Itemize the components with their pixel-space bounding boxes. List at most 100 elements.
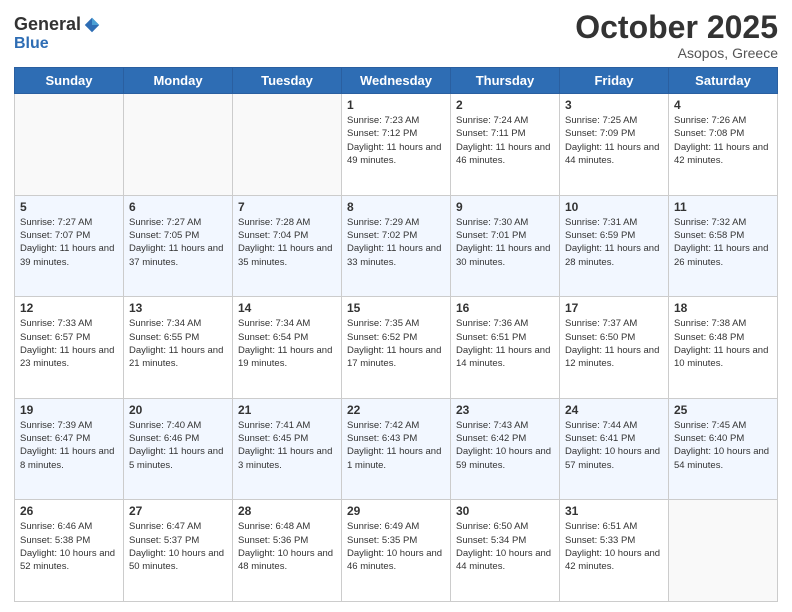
logo-blue-text: Blue <box>14 35 49 53</box>
calendar-cell: 31Sunrise: 6:51 AM Sunset: 5:33 PM Dayli… <box>560 500 669 602</box>
day-info: Sunrise: 7:44 AM Sunset: 6:41 PM Dayligh… <box>565 419 663 472</box>
day-number: 31 <box>565 504 663 518</box>
day-number: 15 <box>347 301 445 315</box>
weekday-header: Thursday <box>451 68 560 94</box>
calendar-cell: 15 Sunrise: 7:35 AM Sunset: 6:52 PM Dayli… <box>342 297 451 399</box>
day-number: 25 <box>674 403 772 417</box>
calendar-week-row: 1Sunrise: 7:23 AM Sunset: 7:12 PM Daylig… <box>15 94 778 196</box>
day-number: 2 <box>456 98 554 112</box>
weekday-header: Tuesday <box>233 68 342 94</box>
calendar-cell: 1Sunrise: 7:23 AM Sunset: 7:12 PM Daylig… <box>342 94 451 196</box>
calendar-cell: 11 Sunrise: 7:32 AM Sunset: 6:58 PM Dayli… <box>669 195 778 297</box>
day-number: 11 <box>674 200 772 214</box>
calendar-cell: 3Sunrise: 7:25 AM Sunset: 7:09 PM Daylig… <box>560 94 669 196</box>
day-info: Sunrise: 7:35 AM Sunset: 6:52 PM Dayligh… <box>347 317 445 370</box>
day-info: Sunrise: 6:46 AM Sunset: 5:38 PM Dayligh… <box>20 520 118 573</box>
calendar-cell: 19 Sunrise: 7:39 AM Sunset: 6:47 PM Dayli… <box>15 398 124 500</box>
day-info: Sunrise: 7:31 AM Sunset: 6:59 PM Dayligh… <box>565 216 663 269</box>
day-number: 8 <box>347 200 445 214</box>
day-info: Sunrise: 7:26 AM Sunset: 7:08 PM Dayligh… <box>674 114 772 167</box>
day-info: Sunrise: 6:50 AM Sunset: 5:34 PM Dayligh… <box>456 520 554 573</box>
calendar-cell: 29 Sunrise: 6:49 AM Sunset: 5:35 PM Dayli… <box>342 500 451 602</box>
logo-icon <box>83 16 101 34</box>
calendar-cell: 21Sunrise: 7:41 AM Sunset: 6:45 PM Dayli… <box>233 398 342 500</box>
calendar-cell <box>15 94 124 196</box>
calendar-cell: 16 Sunrise: 7:36 AM Sunset: 6:51 PM Dayli… <box>451 297 560 399</box>
calendar-week-row: 19 Sunrise: 7:39 AM Sunset: 6:47 PM Dayli… <box>15 398 778 500</box>
day-number: 17 <box>565 301 663 315</box>
calendar-cell: 2 Sunrise: 7:24 AM Sunset: 7:11 PM Daylig… <box>451 94 560 196</box>
weekday-header: Sunday <box>15 68 124 94</box>
day-info: Sunrise: 7:29 AM Sunset: 7:02 PM Dayligh… <box>347 216 445 269</box>
day-number: 16 <box>456 301 554 315</box>
day-info: Sunrise: 7:40 AM Sunset: 6:46 PM Dayligh… <box>129 419 227 472</box>
location: Asopos, Greece <box>575 45 778 61</box>
day-info: Sunrise: 7:38 AM Sunset: 6:48 PM Dayligh… <box>674 317 772 370</box>
calendar-table: SundayMondayTuesdayWednesdayThursdayFrid… <box>14 67 778 602</box>
calendar-cell: 13Sunrise: 7:34 AM Sunset: 6:55 PM Dayli… <box>124 297 233 399</box>
day-info: Sunrise: 7:30 AM Sunset: 7:01 PM Dayligh… <box>456 216 554 269</box>
day-number: 29 <box>347 504 445 518</box>
calendar-cell: 26 Sunrise: 6:46 AM Sunset: 5:38 PM Dayli… <box>15 500 124 602</box>
calendar-cell: 14Sunrise: 7:34 AM Sunset: 6:54 PM Dayli… <box>233 297 342 399</box>
logo-general: General <box>14 14 81 35</box>
day-number: 7 <box>238 200 336 214</box>
day-info: Sunrise: 7:33 AM Sunset: 6:57 PM Dayligh… <box>20 317 118 370</box>
day-number: 26 <box>20 504 118 518</box>
calendar-week-row: 5 Sunrise: 7:27 AM Sunset: 7:07 PM Daylig… <box>15 195 778 297</box>
weekday-header: Monday <box>124 68 233 94</box>
day-info: Sunrise: 7:37 AM Sunset: 6:50 PM Dayligh… <box>565 317 663 370</box>
day-number: 5 <box>20 200 118 214</box>
calendar-week-row: 26 Sunrise: 6:46 AM Sunset: 5:38 PM Dayli… <box>15 500 778 602</box>
day-number: 23 <box>456 403 554 417</box>
day-info: Sunrise: 7:34 AM Sunset: 6:55 PM Dayligh… <box>129 317 227 370</box>
calendar-cell: 10 Sunrise: 7:31 AM Sunset: 6:59 PM Dayli… <box>560 195 669 297</box>
calendar-cell: 7 Sunrise: 7:28 AM Sunset: 7:04 PM Daylig… <box>233 195 342 297</box>
calendar-cell: 28 Sunrise: 6:48 AM Sunset: 5:36 PM Dayli… <box>233 500 342 602</box>
day-info: Sunrise: 7:39 AM Sunset: 6:47 PM Dayligh… <box>20 419 118 472</box>
day-info: Sunrise: 7:36 AM Sunset: 6:51 PM Dayligh… <box>456 317 554 370</box>
day-number: 18 <box>674 301 772 315</box>
month-title: October 2025 <box>575 10 778 45</box>
calendar-cell: 17 Sunrise: 7:37 AM Sunset: 6:50 PM Dayli… <box>560 297 669 399</box>
day-number: 20 <box>129 403 227 417</box>
day-info: Sunrise: 7:25 AM Sunset: 7:09 PM Dayligh… <box>565 114 663 167</box>
logo-text: General <box>14 14 101 35</box>
calendar-cell: 23 Sunrise: 7:43 AM Sunset: 6:42 PM Dayli… <box>451 398 560 500</box>
day-number: 12 <box>20 301 118 315</box>
day-number: 21 <box>238 403 336 417</box>
calendar-week-row: 12 Sunrise: 7:33 AM Sunset: 6:57 PM Dayli… <box>15 297 778 399</box>
day-info: Sunrise: 7:28 AM Sunset: 7:04 PM Dayligh… <box>238 216 336 269</box>
day-number: 4 <box>674 98 772 112</box>
calendar-cell: 30 Sunrise: 6:50 AM Sunset: 5:34 PM Dayli… <box>451 500 560 602</box>
day-number: 6 <box>129 200 227 214</box>
day-number: 10 <box>565 200 663 214</box>
day-number: 28 <box>238 504 336 518</box>
day-info: Sunrise: 7:32 AM Sunset: 6:58 PM Dayligh… <box>674 216 772 269</box>
calendar-cell: 27Sunrise: 6:47 AM Sunset: 5:37 PM Dayli… <box>124 500 233 602</box>
calendar-cell: 22Sunrise: 7:42 AM Sunset: 6:43 PM Dayli… <box>342 398 451 500</box>
page: General Blue October 2025 Asopos, Greece… <box>0 0 792 612</box>
calendar-cell: 25Sunrise: 7:45 AM Sunset: 6:40 PM Dayli… <box>669 398 778 500</box>
day-number: 19 <box>20 403 118 417</box>
calendar-cell: 12 Sunrise: 7:33 AM Sunset: 6:57 PM Dayli… <box>15 297 124 399</box>
day-info: Sunrise: 7:27 AM Sunset: 7:07 PM Dayligh… <box>20 216 118 269</box>
day-info: Sunrise: 7:24 AM Sunset: 7:11 PM Dayligh… <box>456 114 554 167</box>
day-info: Sunrise: 6:49 AM Sunset: 5:35 PM Dayligh… <box>347 520 445 573</box>
day-info: Sunrise: 7:27 AM Sunset: 7:05 PM Dayligh… <box>129 216 227 269</box>
day-number: 27 <box>129 504 227 518</box>
calendar-cell <box>233 94 342 196</box>
calendar-cell: 20 Sunrise: 7:40 AM Sunset: 6:46 PM Dayli… <box>124 398 233 500</box>
calendar-cell: 4 Sunrise: 7:26 AM Sunset: 7:08 PM Daylig… <box>669 94 778 196</box>
day-number: 9 <box>456 200 554 214</box>
day-number: 30 <box>456 504 554 518</box>
weekday-header: Saturday <box>669 68 778 94</box>
day-info: Sunrise: 6:48 AM Sunset: 5:36 PM Dayligh… <box>238 520 336 573</box>
title-block: October 2025 Asopos, Greece <box>575 10 778 61</box>
day-number: 22 <box>347 403 445 417</box>
day-number: 14 <box>238 301 336 315</box>
day-number: 24 <box>565 403 663 417</box>
weekday-header: Friday <box>560 68 669 94</box>
day-info: Sunrise: 7:43 AM Sunset: 6:42 PM Dayligh… <box>456 419 554 472</box>
calendar-cell: 18 Sunrise: 7:38 AM Sunset: 6:48 PM Dayli… <box>669 297 778 399</box>
